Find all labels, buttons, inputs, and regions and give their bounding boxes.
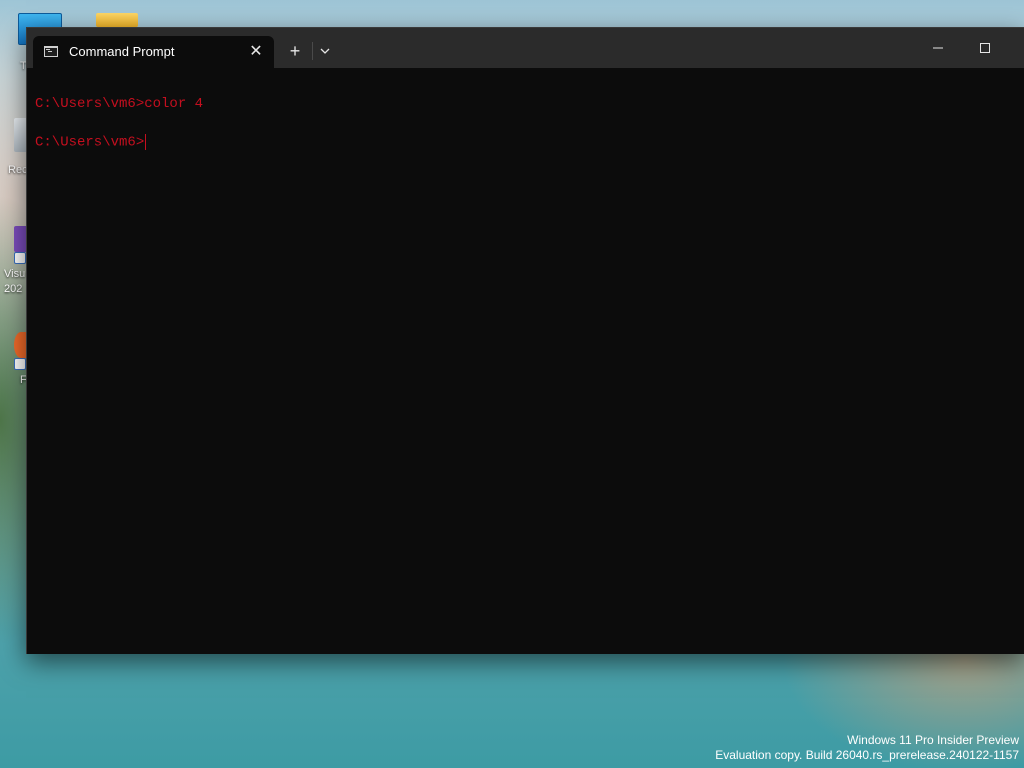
maximize-button[interactable] — [961, 28, 1007, 68]
watermark-line-2: Evaluation copy. Build 26040.rs_prerelea… — [715, 748, 1019, 762]
tab-command-prompt[interactable]: Command Prompt ✕ — [33, 36, 274, 68]
tab-title: Command Prompt — [69, 44, 175, 59]
text-cursor — [145, 134, 147, 150]
shortcut-arrow-icon — [14, 252, 26, 264]
desktop-icon-label: Rec — [8, 164, 28, 176]
shortcut-arrow-icon — [14, 358, 26, 370]
desktop-icon-label-2: 202 — [4, 283, 23, 295]
title-bar[interactable]: Command Prompt ✕ + — [27, 28, 1024, 68]
desktop-icon-label: Visu — [4, 268, 26, 280]
terminal-line: C:\Users\vm6>color 4 — [35, 96, 203, 112]
windows-watermark: Windows 11 Pro Insider Preview Evaluatio… — [715, 733, 1019, 763]
tab-divider — [312, 42, 313, 60]
close-tab-icon[interactable]: ✕ — [246, 42, 266, 62]
terminal-window[interactable]: Command Prompt ✕ + C:\Users\vm6>color 4 … — [26, 27, 1024, 654]
chevron-down-icon[interactable] — [315, 41, 335, 61]
minimize-button[interactable] — [915, 28, 961, 68]
watermark-line-1: Windows 11 Pro Insider Preview — [847, 733, 1019, 747]
desktop: T Rec Visu 202 F Command Prompt ✕ + C:\U… — [0, 0, 1024, 768]
terminal-line-text: C:\Users\vm6>color 4 — [35, 96, 204, 112]
terminal-prompt-text: C:\Users\vm6> — [35, 134, 145, 151]
folder-icon — [96, 13, 138, 27]
terminal-line: C:\Users\vm6> — [35, 134, 147, 151]
command-prompt-icon — [44, 46, 58, 57]
new-tab-button[interactable]: + — [285, 41, 305, 61]
terminal-output[interactable]: C:\Users\vm6>color 4 C:\Users\vm6> — [27, 68, 1024, 654]
